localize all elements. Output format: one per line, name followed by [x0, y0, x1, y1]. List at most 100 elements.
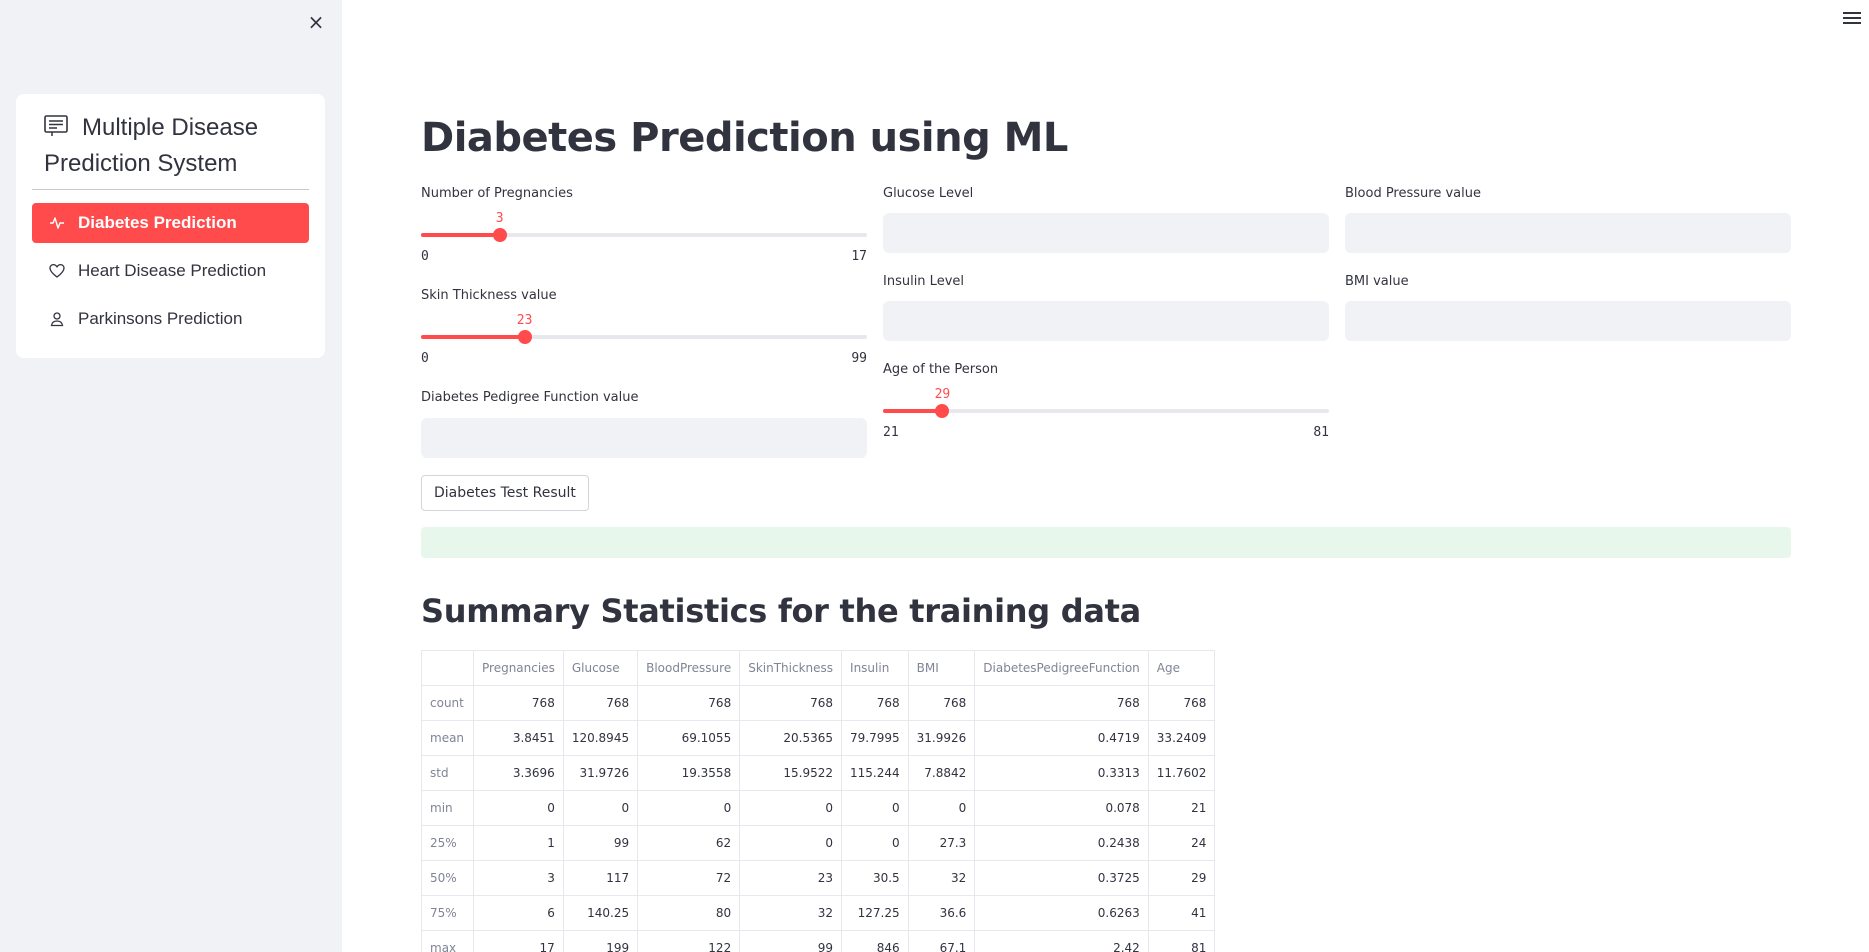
table-cell: 72 [637, 860, 741, 896]
slider-track [421, 330, 867, 344]
table-cell: 31.9726 [562, 755, 639, 791]
table-row: max 17 199 122 99 846 67.1 2.42 81 [421, 930, 1216, 952]
table-cell: 2.42 [974, 930, 1149, 952]
slider-thumb[interactable] [492, 228, 507, 242]
table-cell: 0.4719 [974, 720, 1149, 756]
slider-thumb[interactable] [517, 330, 532, 344]
table-cell: 99 [739, 930, 843, 952]
sidebar-item-diabetes[interactable]: Diabetes Prediction [32, 203, 309, 243]
table-cell: 117 [562, 860, 639, 896]
table-header[interactable]: DiabetesPedigreeFunction [974, 650, 1149, 686]
table-cell: 99 [562, 825, 639, 861]
table-cell: 0 [562, 790, 639, 826]
table-cell: 0 [907, 790, 976, 826]
hamburger-menu-icon[interactable] [1843, 12, 1861, 28]
row-label: 25% [421, 825, 474, 861]
table-cell: 29 [1147, 860, 1216, 896]
table-cell: 15.9522 [739, 755, 843, 791]
slider-value: 29 [934, 387, 951, 402]
glucose-input[interactable] [883, 213, 1329, 253]
list-card-icon [44, 115, 68, 136]
row-label: mean [421, 720, 474, 756]
table-header[interactable]: BloodPressure [637, 650, 741, 686]
table-cell: 122 [637, 930, 741, 952]
sidebar: × Multiple Disease Prediction System Dia… [0, 0, 342, 952]
table-cell: 120.8945 [562, 720, 639, 756]
table-cell: 0 [841, 825, 909, 861]
table-cell: 1 [473, 825, 564, 861]
table-header[interactable]: Age [1147, 650, 1216, 686]
table-cell: 31.9926 [907, 720, 976, 756]
sidebar-item-heart[interactable]: Heart Disease Prediction [32, 251, 309, 291]
table-cell: 768 [907, 685, 976, 721]
table-cell: 24 [1147, 825, 1216, 861]
table-cell: 23 [739, 860, 843, 896]
diabetes-test-result-button[interactable]: Diabetes Test Result [421, 475, 589, 511]
table-cell: 62 [637, 825, 741, 861]
table-cell: 768 [739, 685, 843, 721]
table-row: mean 3.8451 120.8945 69.1055 20.5365 79.7995 3… [421, 720, 1216, 756]
slider-track [421, 228, 867, 242]
table-header[interactable]: Glucose [562, 650, 639, 686]
table-cell: 127.25 [841, 895, 909, 931]
table-header[interactable]: SkinThickness [739, 650, 843, 686]
slider-value: 3 [495, 211, 504, 226]
table-row: std 3.3696 31.9726 19.3558 15.9522 115.244 7.8… [421, 755, 1216, 791]
table-cell: 0.6263 [974, 895, 1149, 931]
table-cell: 0.3313 [974, 755, 1149, 791]
activity-icon [48, 214, 66, 232]
table-row: min 0 0 0 0 0 0 0.078 21 [421, 790, 1216, 826]
table-cell: 32 [739, 895, 843, 931]
person-icon [48, 310, 66, 328]
skin-thickness-slider[interactable]: 23 0 99 [421, 297, 867, 366]
table-header[interactable] [421, 650, 474, 686]
row-label: count [421, 685, 474, 721]
table-cell: 80 [637, 895, 741, 931]
table-cell: 3.3696 [473, 755, 564, 791]
table-cell: 3 [473, 860, 564, 896]
table-header[interactable]: Pregnancies [473, 650, 564, 686]
table-header[interactable]: Insulin [841, 650, 909, 686]
table-header-row: Pregnancies Glucose BloodPressure SkinTh… [421, 650, 1216, 686]
table-cell: 67.1 [907, 930, 976, 952]
slider-min: 0 [421, 249, 429, 264]
table-cell: 6 [473, 895, 564, 931]
table-cell: 199 [562, 930, 639, 952]
table-row: count 768 768 768 768 768 768 768 768 [421, 685, 1216, 721]
table-row: 25% 1 99 62 0 0 27.3 0.2438 24 [421, 825, 1216, 861]
sidebar-item-parkinsons[interactable]: Parkinsons Prediction [32, 299, 309, 339]
age-slider[interactable]: 29 21 81 [883, 371, 1329, 440]
table-cell: 0 [739, 825, 843, 861]
slider-min: 0 [421, 351, 429, 366]
table-cell: 81 [1147, 930, 1216, 952]
table-cell: 79.7995 [841, 720, 909, 756]
table-cell: 0 [739, 790, 843, 826]
table-cell: 0.2438 [974, 825, 1149, 861]
table-row: 75% 6 140.25 80 32 127.25 36.6 0.6263 41 [421, 895, 1216, 931]
menu-divider [32, 189, 309, 190]
pregnancies-slider[interactable]: 3 0 17 [421, 195, 867, 264]
slider-fill [883, 409, 943, 413]
table-cell: 0.3725 [974, 860, 1149, 896]
row-label: 50% [421, 860, 474, 896]
table-header[interactable]: BMI [907, 650, 976, 686]
table-cell: 0 [637, 790, 741, 826]
page-title: Diabetes Prediction using ML [421, 115, 1068, 161]
glucose-label: Glucose Level [883, 186, 974, 201]
sidebar-item-label: Diabetes Prediction [78, 213, 237, 232]
insulin-input[interactable] [883, 301, 1329, 341]
blood-pressure-input[interactable] [1345, 213, 1791, 253]
bmi-input[interactable] [1345, 301, 1791, 341]
table-cell: 768 [562, 685, 639, 721]
slider-max: 17 [851, 249, 867, 264]
row-label: min [421, 790, 474, 826]
table-cell: 0.078 [974, 790, 1149, 826]
summary-table: Pregnancies Glucose BloodPressure SkinTh… [421, 650, 1216, 952]
close-sidebar-icon[interactable]: × [306, 12, 326, 32]
slider-thumb[interactable] [935, 404, 950, 418]
pedigree-input[interactable] [421, 418, 867, 458]
result-success-box [421, 527, 1791, 558]
option-menu: Multiple Disease Prediction System Diabe… [16, 94, 325, 358]
row-label: std [421, 755, 474, 791]
insulin-label: Insulin Level [883, 274, 964, 289]
